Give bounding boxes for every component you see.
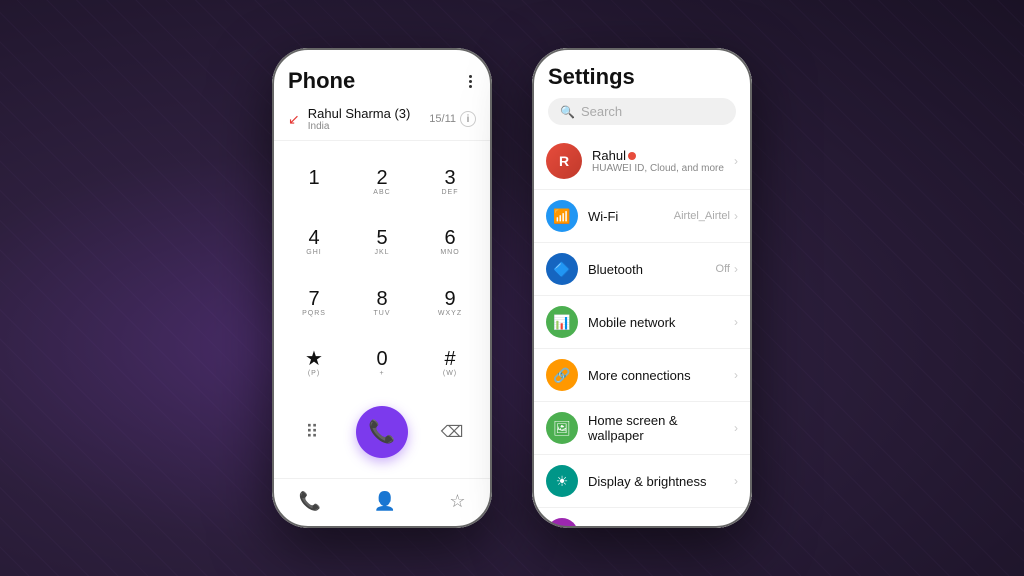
chevron-right-icon: › — [734, 474, 738, 488]
wifi-icon: 📶 — [546, 200, 578, 232]
settings-wifi-item[interactable]: 📶 Wi-Fi Airtel_Airtel › — [532, 190, 752, 243]
dial-key-hash[interactable]: # (W) — [416, 334, 484, 394]
call-meta: 15/11 i — [429, 111, 476, 127]
dialpad-grid-icon[interactable]: ⠿ — [296, 416, 328, 448]
phone-header: Phone — [272, 60, 492, 98]
phone-title: Phone — [288, 68, 355, 94]
settings-profile-item[interactable]: R Rahul HUAWEI ID, Cloud, and more › — [532, 133, 752, 190]
mobile-network-icon: 📊 — [546, 306, 578, 338]
dial-key-3[interactable]: 3 DEF — [416, 153, 484, 213]
homescreen-label: Home screen & wallpaper — [588, 413, 734, 443]
bluetooth-icon: 🔷 — [546, 253, 578, 285]
search-placeholder: Search — [581, 104, 622, 119]
dial-key-6[interactable]: 6 MNO — [416, 213, 484, 273]
dial-key-8[interactable]: 8 TUV — [348, 274, 416, 334]
wifi-value: Airtel_Airtel — [674, 210, 730, 222]
settings-title: Settings — [548, 64, 736, 90]
connections-label: More connections — [588, 368, 734, 383]
settings-homescreen-item[interactable]: 🖼 Home screen & wallpaper › — [532, 402, 752, 455]
settings-list: R Rahul HUAWEI ID, Cloud, and more › 📶 W… — [532, 133, 752, 528]
dial-key-9[interactable]: 9 WXYZ — [416, 274, 484, 334]
profile-sub: HUAWEI ID, Cloud, and more — [592, 163, 734, 174]
chevron-right-icon: › — [734, 209, 738, 223]
display-icon: ☀ — [546, 465, 578, 497]
wifi-label: Wi-Fi — [588, 209, 674, 224]
homescreen-icon: 🖼 — [546, 412, 578, 444]
dialpad: 1 2 ABC 3 DEF 4 GHI 5 JKL — [272, 141, 492, 398]
profile-text: Rahul HUAWEI ID, Cloud, and more — [592, 148, 734, 174]
profile-name: Rahul — [592, 148, 734, 163]
phone-right: Settings 🔍 Search R Rahul HUAWEI ID, Clo… — [532, 48, 752, 528]
phone-screen: Phone ↙ Rahul Sharma (3) India 15/11 i — [272, 48, 492, 528]
phones-container: Phone ↙ Rahul Sharma (3) India 15/11 i — [272, 48, 752, 528]
settings-mobile-item[interactable]: 📊 Mobile network › — [532, 296, 752, 349]
caller-country: India — [308, 121, 430, 132]
bluetooth-value: Off — [716, 263, 730, 275]
phone-bottom-bar: ⠿ 📞 ⌫ — [272, 398, 492, 478]
sounds-label: Sounds & vibration — [588, 527, 734, 529]
bluetooth-label: Bluetooth — [588, 262, 716, 277]
settings-header: Settings 🔍 Search — [532, 48, 752, 133]
backspace-icon[interactable]: ⌫ — [436, 416, 468, 448]
chevron-right-icon: › — [734, 421, 738, 435]
call-info: Rahul Sharma (3) India — [308, 106, 430, 132]
chevron-right-icon: › — [734, 527, 738, 528]
dial-key-star[interactable]: ★ (P) — [280, 334, 348, 394]
phone-nav: 📞 👤 ☆ — [272, 478, 492, 528]
nav-contacts-icon[interactable]: 👤 — [370, 487, 400, 516]
call-info-icon[interactable]: i — [460, 111, 476, 127]
chevron-right-icon: › — [734, 262, 738, 276]
phone-left: Phone ↙ Rahul Sharma (3) India 15/11 i — [272, 48, 492, 528]
nav-favorites-icon[interactable]: ☆ — [445, 487, 469, 516]
dial-key-4[interactable]: 4 GHI — [280, 213, 348, 273]
chevron-right-icon: › — [734, 368, 738, 382]
chevron-right-icon: › — [734, 315, 738, 329]
dial-key-2[interactable]: 2 ABC — [348, 153, 416, 213]
settings-display-item[interactable]: ☀ Display & brightness › — [532, 455, 752, 508]
avatar: R — [546, 143, 582, 179]
caller-name: Rahul Sharma (3) — [308, 106, 430, 121]
search-icon: 🔍 — [560, 105, 575, 119]
dots-vertical-icon[interactable] — [465, 71, 476, 92]
recent-call-item[interactable]: ↙ Rahul Sharma (3) India 15/11 i — [272, 98, 492, 141]
chevron-right-icon: › — [734, 154, 738, 168]
dial-key-1[interactable]: 1 — [280, 153, 348, 213]
nav-phone-icon[interactable]: 📞 — [295, 487, 325, 516]
connections-icon: 🔗 — [546, 359, 578, 391]
dial-key-5[interactable]: 5 JKL — [348, 213, 416, 273]
dial-key-0[interactable]: 0 + — [348, 334, 416, 394]
dial-key-7[interactable]: 7 PQRS — [280, 274, 348, 334]
missed-call-icon: ↙ — [288, 111, 300, 128]
settings-screen: Settings 🔍 Search R Rahul HUAWEI ID, Clo… — [532, 48, 752, 528]
mobile-label: Mobile network — [588, 315, 734, 330]
sounds-icon: 🔊 — [546, 518, 578, 528]
settings-search-bar[interactable]: 🔍 Search — [548, 98, 736, 125]
settings-bluetooth-item[interactable]: 🔷 Bluetooth Off › — [532, 243, 752, 296]
display-label: Display & brightness — [588, 474, 734, 489]
call-count: 15/11 — [429, 113, 456, 125]
profile-dot — [628, 152, 636, 160]
call-button[interactable]: 📞 — [356, 406, 408, 458]
settings-sounds-item[interactable]: 🔊 Sounds & vibration › — [532, 508, 752, 528]
settings-connections-item[interactable]: 🔗 More connections › — [532, 349, 752, 402]
